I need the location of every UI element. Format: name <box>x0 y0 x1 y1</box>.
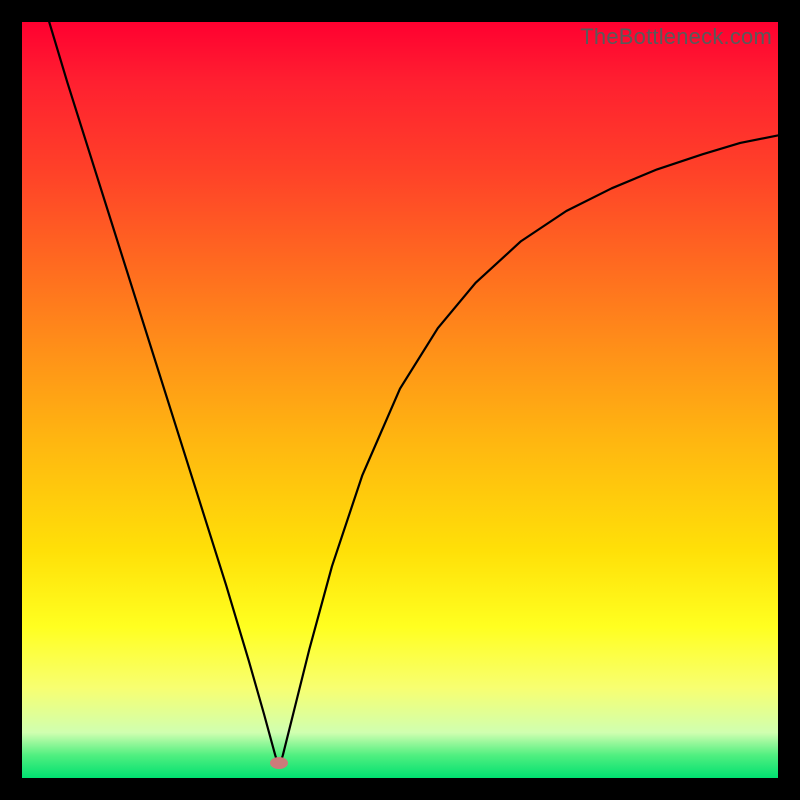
chart-plot-area: TheBottleneck.com <box>22 22 778 778</box>
chart-svg <box>22 22 778 778</box>
optimum-marker <box>270 757 288 769</box>
bottleneck-curve <box>22 22 778 767</box>
